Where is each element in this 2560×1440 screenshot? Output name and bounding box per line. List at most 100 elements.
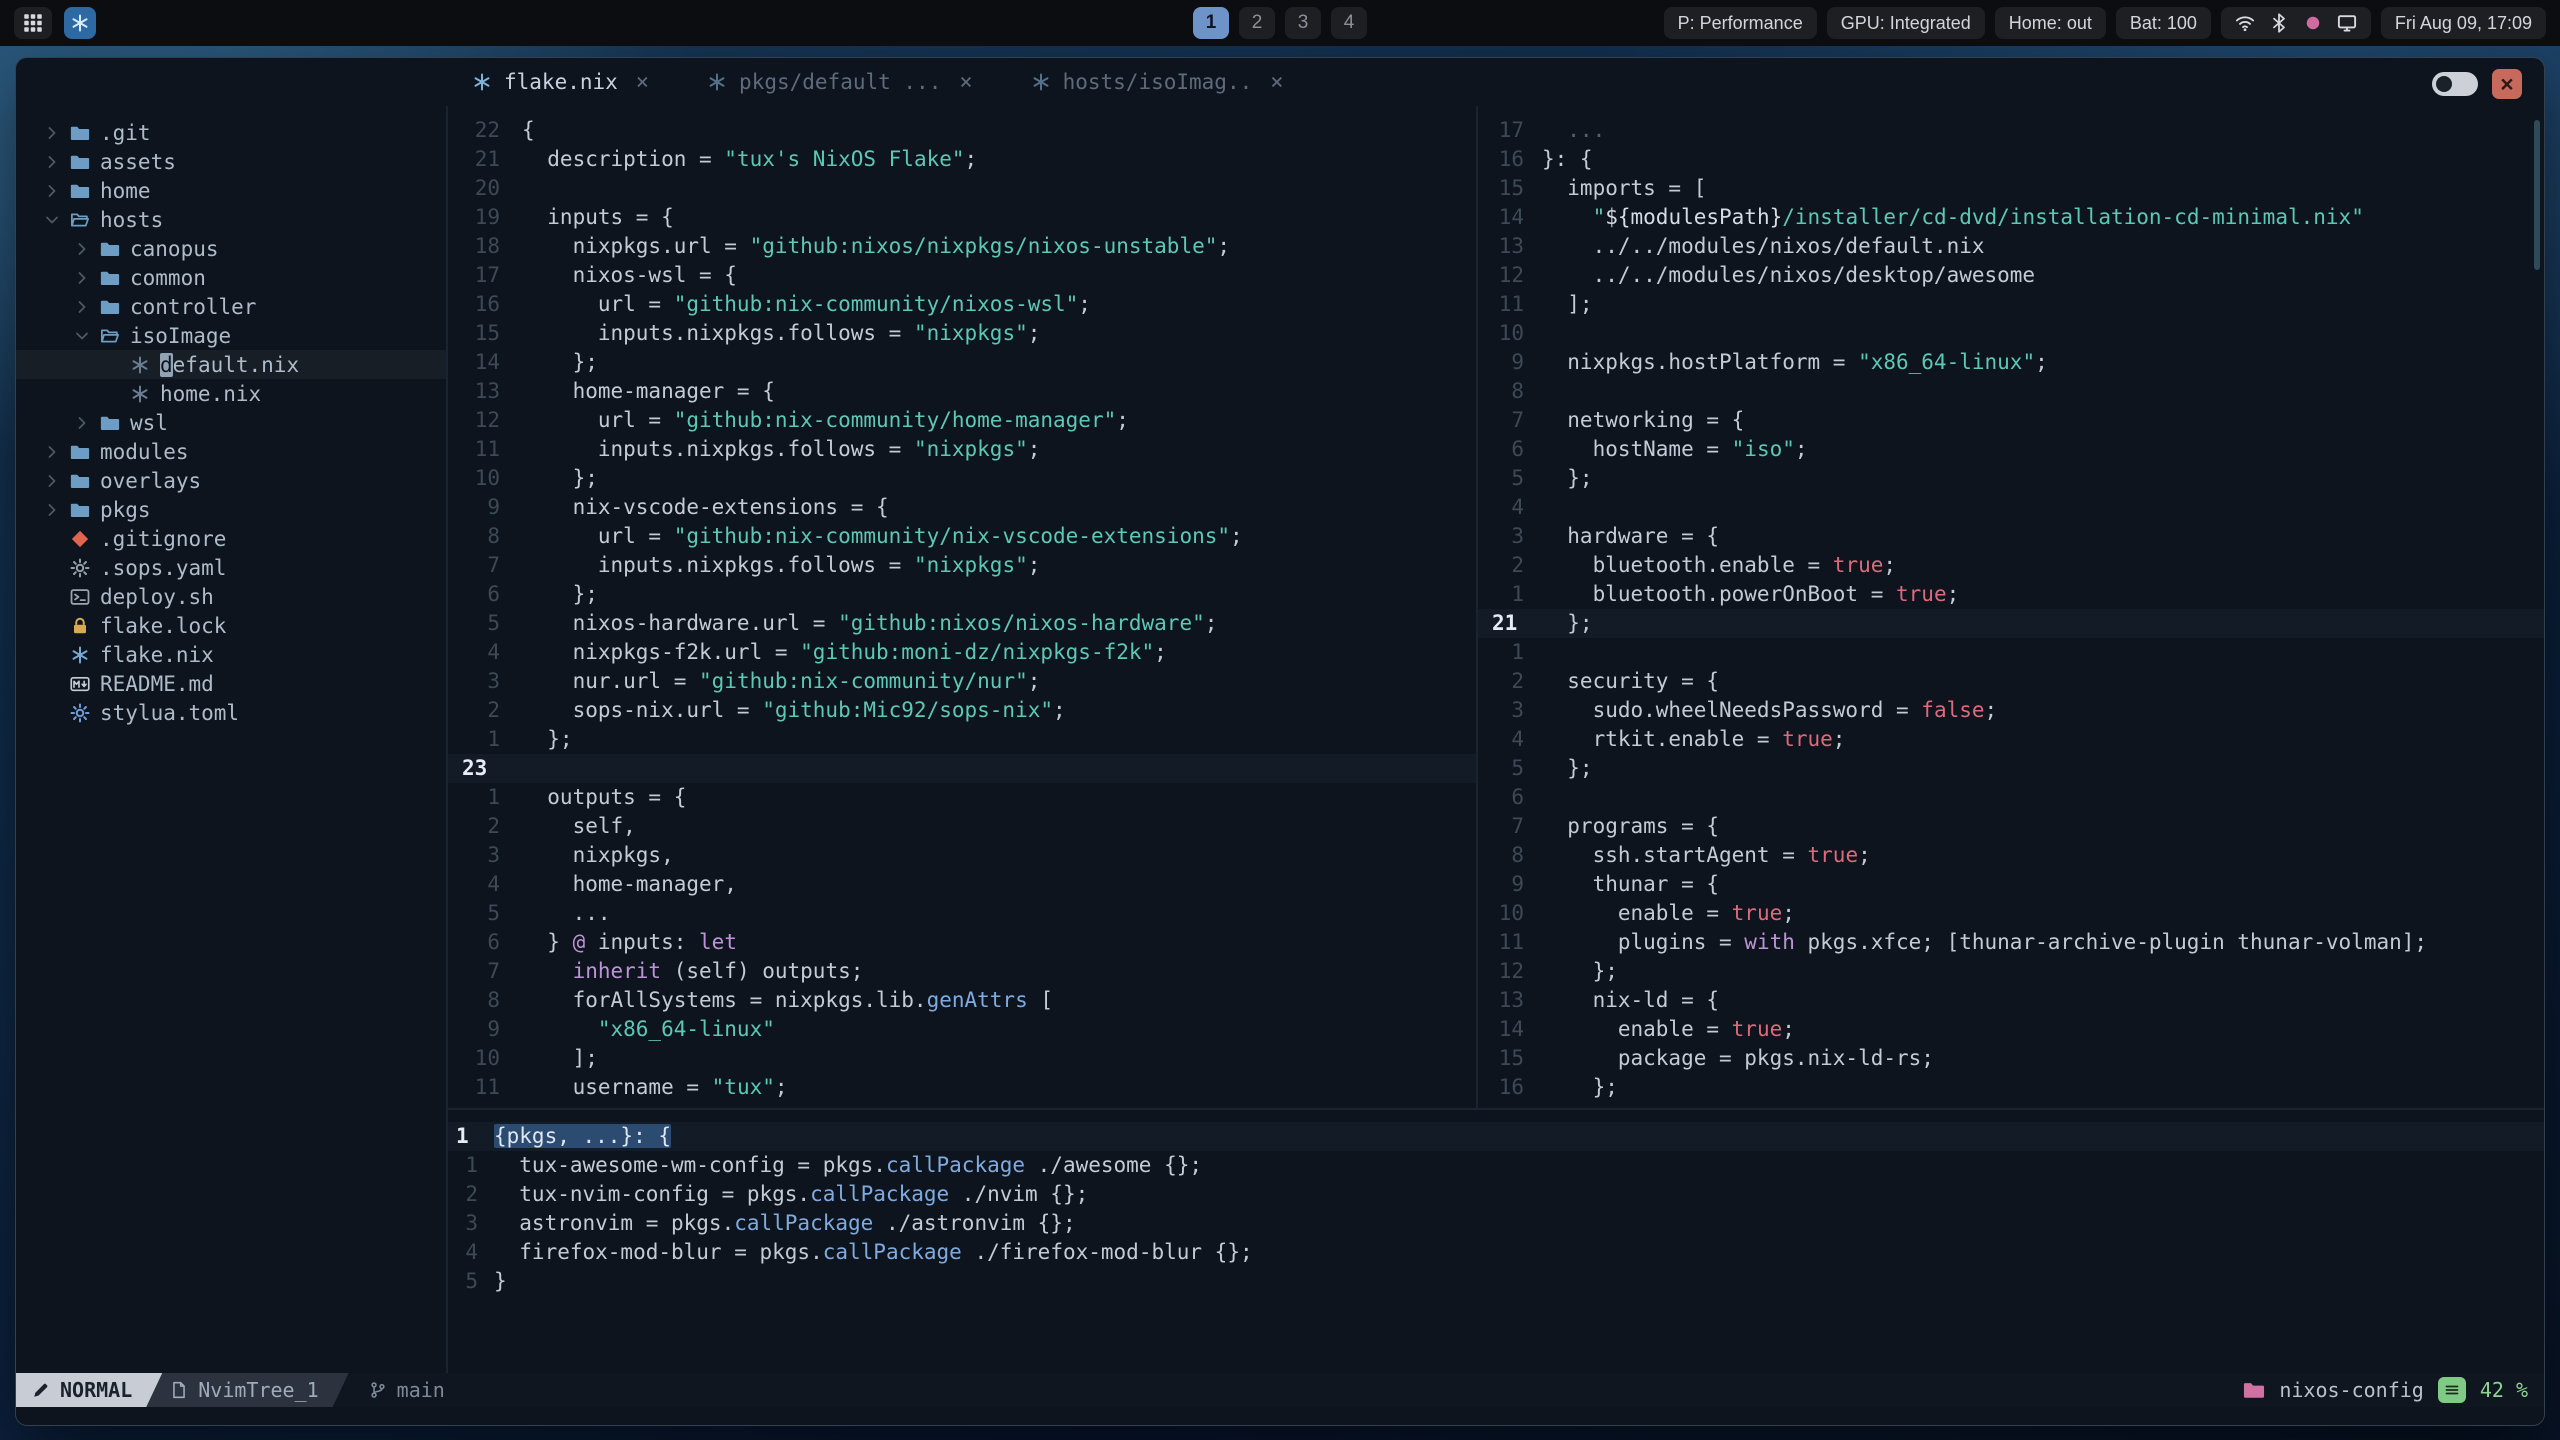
workspace-3[interactable]: 3 [1285,7,1321,39]
status-gpu[interactable]: GPU: Integrated [1826,7,1985,39]
code-text: self, [522,814,636,838]
line-number: 15 [1498,1046,1524,1070]
tree-item-readme-md[interactable]: README.md [16,669,446,698]
line-number: 20 [474,176,500,200]
workspace-4[interactable]: 4 [1331,7,1367,39]
app-launcher-button[interactable] [14,7,52,39]
code-line: 2 self, [448,812,1476,841]
status-home[interactable]: Home: out [1994,7,2106,39]
tree-item-label: flake.lock [100,613,227,638]
code-text: nixpkgs.url = "github:nixos/nixpkgs/nixo… [522,234,1231,258]
tab-label: flake.nix [504,70,618,94]
tree-item-flake-nix[interactable]: flake.nix [16,640,446,669]
window-controls: × [2432,69,2522,99]
tree-item-modules[interactable]: modules [16,437,446,466]
line-number: 14 [474,350,500,374]
code-text: sops-nix.url = "github:Mic92/sops-nix"; [522,698,1066,722]
display-icon[interactable] [2337,13,2357,33]
tab-close-icon[interactable]: × [636,70,649,95]
code-text: }; [1542,466,1593,490]
tree-item-stylua-toml[interactable]: stylua.toml [16,698,446,727]
folder-icon [70,442,90,462]
git-branch-icon [369,1381,387,1399]
line-number: 13 [1498,988,1524,1012]
line-number: 1 [1511,582,1524,606]
tree-item-assets[interactable]: assets [16,147,446,176]
code-line: 8 [1478,377,2544,406]
tree-item-home[interactable]: home [16,176,446,205]
workspace-1[interactable]: 1 [1193,7,1229,39]
line-number: 12 [1498,959,1524,983]
bluetooth-icon[interactable] [2269,13,2289,33]
tab-flake-nix[interactable]: flake.nix × [452,58,669,106]
code-line: 11 inputs.nixpkgs.follows = "nixpkgs"; [448,435,1476,464]
code-text: enable = true; [1542,901,1795,925]
chevron-right-icon [44,183,60,199]
code-line: 11 ]; [1478,290,2544,319]
line-number: 1 [465,1153,478,1177]
editor-pane-flake[interactable]: 22{21 description = "tux's NixOS Flake";… [448,106,1478,1108]
tree-item-controller[interactable]: controller [16,292,446,321]
clock[interactable]: Fri Aug 09, 17:09 [2380,7,2546,39]
toggle-knob [2436,76,2452,92]
tree-item-gitignore[interactable]: .gitignore [16,524,446,553]
editor-pane-pkgs[interactable]: 1 {pkgs, ...}: {1 tux-awesome-wm-config =… [448,1108,2544,1373]
code-text: }; [522,582,598,606]
command-line [16,1407,2544,1425]
gear-icon [70,703,90,723]
code-line: 4 nixpkgs-f2k.url = "github:moni-dz/nixp… [448,638,1476,667]
tree-item-canopus[interactable]: canopus [16,234,446,263]
code-text: nixpkgs-f2k.url = "github:moni-dz/nixpkg… [522,640,1167,664]
tree-item-sops-yaml[interactable]: .sops.yaml [16,553,446,582]
line-number: 6 [487,582,500,606]
code-line: 10 enable = true; [1478,899,2544,928]
tab-close-icon[interactable]: × [1270,70,1283,95]
code-line: 6 [1478,783,2544,812]
code-text: networking = { [1542,408,1745,432]
tree-item-wsl[interactable]: wsl [16,408,446,437]
tree-item-deploy-sh[interactable]: deploy.sh [16,582,446,611]
tab-pkgs-default[interactable]: pkgs/default ... × [687,58,993,106]
workspace-2[interactable]: 2 [1239,7,1275,39]
tab-close-icon[interactable]: × [959,70,972,95]
pencil-icon [32,1381,50,1399]
chevron-down-icon [44,212,60,228]
status-p[interactable]: P: Performance [1663,7,1817,39]
tree-item-pkgs[interactable]: pkgs [16,495,446,524]
scrollbar-thumb[interactable] [2534,120,2540,270]
record-icon[interactable] [2303,13,2323,33]
wifi-icon[interactable] [2235,13,2255,33]
code-line: 2 bluetooth.enable = true; [1478,551,2544,580]
code-line: 15 inputs.nixpkgs.follows = "nixpkgs"; [448,319,1476,348]
code-line: 1 bluetooth.powerOnBoot = true; [1478,580,2544,609]
code-line: 21 }; [1478,609,2544,638]
line-number: 4 [487,640,500,664]
folder-icon [70,181,90,201]
folder-icon [70,152,90,172]
tree-item-git[interactable]: .git [16,118,446,147]
tree-item-overlays[interactable]: overlays [16,466,446,495]
line-number: 4 [487,872,500,896]
code-line: 23 [448,754,1476,783]
tree-item-isoimage[interactable]: isoImage [16,321,446,350]
file-explorer: .git assets home hosts canopus common controll… [16,106,448,1373]
line-number: 6 [487,930,500,954]
titlebar-toggle[interactable] [2432,72,2478,96]
line-number: 3 [465,1211,478,1235]
tree-item-default-nix[interactable]: default.nix [16,350,446,379]
tree-item-home-nix[interactable]: home.nix [16,379,446,408]
code-text: { [522,118,535,142]
tab-hosts-isoimag[interactable]: hosts/isoImag.. × [1011,58,1304,106]
window-close-button[interactable]: × [2492,69,2522,99]
tree-item-common[interactable]: common [16,263,446,292]
code-text: outputs = { [522,785,687,809]
line-number: 16 [1498,1075,1524,1099]
tree-item-label: hosts [100,207,164,232]
wm-logo-button[interactable] [64,7,96,39]
editor-pane-iso[interactable]: 17 ... 16}: {15 imports = [14 "${modulesP… [1478,106,2544,1108]
tree-item-flake-lock[interactable]: flake.lock [16,611,446,640]
tree-item-label: stylua.toml [100,700,240,725]
status-bat[interactable]: Bat: 100 [2115,7,2211,39]
tree-item-hosts[interactable]: hosts [16,205,446,234]
code-text: ... [1542,118,1606,142]
